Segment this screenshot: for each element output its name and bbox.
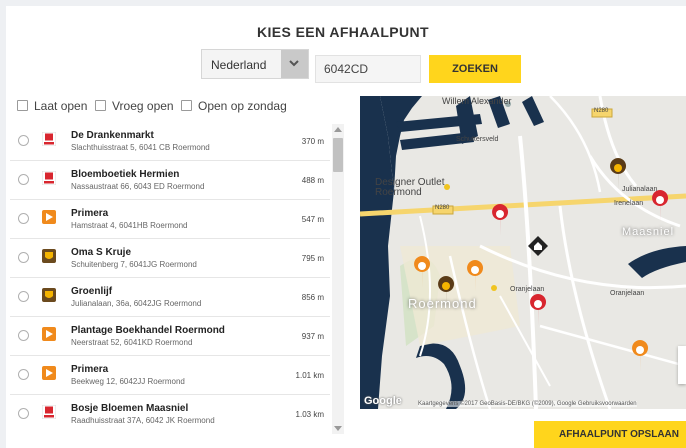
location-distance: 547 m bbox=[301, 215, 324, 224]
map-label-irenelaan: Irenelaan bbox=[614, 200, 644, 207]
location-distance: 1.03 km bbox=[295, 410, 324, 419]
location-distance: 488 m bbox=[301, 176, 324, 185]
google-logo: Google bbox=[364, 395, 402, 407]
dpd-logo-icon bbox=[42, 132, 56, 146]
map-canvas[interactable] bbox=[360, 96, 686, 409]
map-label-city: Roermond bbox=[408, 296, 477, 311]
postnl-logo-icon bbox=[42, 366, 56, 380]
map-copyright: Kaartgegevens ©2017 GeoBasis-DE/BKG (©20… bbox=[418, 401, 637, 407]
dpd-logo-icon bbox=[42, 171, 56, 185]
list-item[interactable]: Groenlijf Julianalaan, 36a, 6042JG Roerm… bbox=[10, 277, 330, 317]
location-name: Bosje Bloemen Maasniel bbox=[71, 403, 189, 414]
checkbox-icon[interactable] bbox=[181, 100, 192, 111]
location-name: Plantage Boekhandel Roermond bbox=[71, 325, 225, 336]
location-address: Schuitenberg 7, 6041JG Roermond bbox=[71, 260, 197, 269]
radio-button[interactable] bbox=[18, 291, 29, 302]
map-label-julianalaan: Julianalaan bbox=[622, 186, 658, 193]
radio-button[interactable] bbox=[18, 252, 29, 263]
filter-late-open[interactable]: Laat open bbox=[17, 99, 87, 113]
location-address: Julianalaan, 36a, 6042JG Roermond bbox=[71, 299, 202, 308]
postnl-logo-icon bbox=[42, 327, 56, 341]
chevron-down-icon[interactable] bbox=[281, 50, 308, 78]
location-name: Bloemboetiek Hermien bbox=[71, 169, 180, 180]
country-select[interactable]: Nederland bbox=[201, 49, 309, 79]
radio-button[interactable] bbox=[18, 369, 29, 380]
filter-label: Open op zondag bbox=[198, 99, 287, 113]
scroll-down-icon[interactable] bbox=[334, 426, 342, 431]
location-name: Primera bbox=[71, 208, 109, 219]
location-distance: 937 m bbox=[301, 332, 324, 341]
scroll-up-icon[interactable] bbox=[334, 127, 342, 132]
list-item[interactable]: Oma S Kruje Schuitenberg 7, 6041JG Roerm… bbox=[10, 238, 330, 278]
list-item[interactable]: Primera Hamstraat 4, 6041HB Roermond 547… bbox=[10, 199, 330, 239]
list-item[interactable]: De Drankenmarkt Slachthuisstraat 5, 6041… bbox=[10, 121, 330, 161]
list-scrollbar[interactable] bbox=[332, 124, 344, 434]
map-label-willem: Willem Alexander bbox=[442, 96, 512, 106]
map-label-oranjelaan-2: Oranjelaan bbox=[610, 290, 645, 297]
filter-label: Vroeg open bbox=[112, 99, 174, 113]
country-value: Nederland bbox=[211, 58, 267, 72]
map-label-maasniel: Maasniel bbox=[622, 226, 675, 238]
dpd-logo-icon bbox=[42, 405, 56, 419]
ups-logo-icon bbox=[42, 249, 56, 263]
location-address: Hamstraat 4, 6041HB Roermond bbox=[71, 221, 188, 230]
checkbox-icon[interactable] bbox=[95, 100, 106, 111]
location-distance: 856 m bbox=[301, 293, 324, 302]
location-distance: 795 m bbox=[301, 254, 324, 263]
radio-button[interactable] bbox=[18, 213, 29, 224]
radio-button[interactable] bbox=[18, 135, 29, 146]
zoom-controls[interactable] bbox=[678, 346, 686, 384]
page-title: KIES EEN AFHAALPUNT bbox=[257, 24, 429, 40]
ups-logo-icon bbox=[42, 288, 56, 302]
location-address: Nassaustraat 66, 6043 ED Roermond bbox=[71, 182, 205, 191]
radio-button[interactable] bbox=[18, 330, 29, 341]
location-list: De Drankenmarkt Slachthuisstraat 5, 6041… bbox=[10, 121, 348, 433]
location-name: Groenlijf bbox=[71, 286, 113, 297]
filter-early-open[interactable]: Vroeg open bbox=[95, 99, 174, 113]
location-address: Beekweg 12, 6042JJ Roermond bbox=[71, 377, 185, 386]
location-name: Primera bbox=[71, 364, 109, 375]
map-label-outlet: Designer Outlet Roermond bbox=[375, 177, 445, 198]
map-label-road2: N280 bbox=[594, 108, 609, 114]
location-address: Raadhuisstraat 37A, 6042 JK Roermond bbox=[71, 416, 215, 425]
map-label-road: N280 bbox=[435, 205, 450, 211]
location-name: De Drankenmarkt bbox=[71, 130, 154, 141]
location-distance: 1.01 km bbox=[295, 371, 324, 380]
scroll-thumb[interactable] bbox=[333, 138, 343, 172]
save-pickup-button[interactable]: AFHAALPUNT OPSLAAN bbox=[534, 421, 686, 448]
radio-button[interactable] bbox=[18, 174, 29, 185]
search-button[interactable]: ZOEKEN bbox=[429, 55, 521, 83]
list-item[interactable]: Primera Beekweg 12, 6042JJ Roermond 1.01… bbox=[10, 355, 330, 395]
location-distance: 370 m bbox=[301, 137, 324, 146]
filter-open-sunday[interactable]: Open op zondag bbox=[181, 99, 287, 113]
location-address: Slachthuisstraat 5, 6041 CB Roermond bbox=[71, 143, 210, 152]
postnl-logo-icon bbox=[42, 210, 56, 224]
filter-label: Laat open bbox=[34, 99, 88, 113]
list-item[interactable]: Bosje Bloemen Maasniel Raadhuisstraat 37… bbox=[10, 394, 330, 433]
map-view[interactable]: Willem Alexander Designer Outlet Roermon… bbox=[360, 96, 686, 409]
map-label-schuttersveld: Schuttersveld bbox=[456, 136, 499, 143]
zip-input[interactable] bbox=[315, 55, 421, 83]
radio-button[interactable] bbox=[18, 408, 29, 419]
checkbox-icon[interactable] bbox=[17, 100, 28, 111]
list-item[interactable]: Bloemboetiek Hermien Nassaustraat 66, 60… bbox=[10, 160, 330, 200]
location-address: Neerstraat 52, 6041KD Roermond bbox=[71, 338, 193, 347]
map-label-oranjelaan: Oranjelaan bbox=[510, 286, 545, 293]
list-item[interactable]: Plantage Boekhandel Roermond Neerstraat … bbox=[10, 316, 330, 356]
location-name: Oma S Kruje bbox=[71, 247, 132, 258]
